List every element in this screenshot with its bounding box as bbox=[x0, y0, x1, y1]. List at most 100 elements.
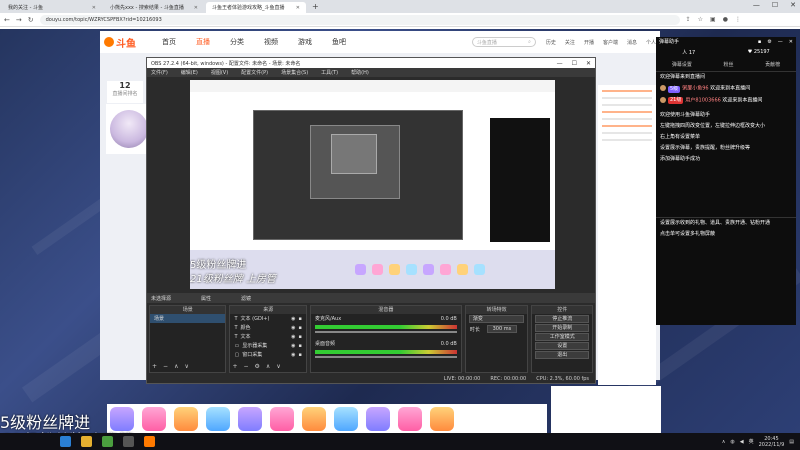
add-icon[interactable]: + bbox=[232, 363, 237, 370]
remove-icon[interactable]: − bbox=[163, 363, 168, 370]
gear-icon[interactable]: ⚙ bbox=[767, 39, 771, 45]
up-icon[interactable]: ∧ bbox=[266, 363, 270, 370]
settings-button[interactable]: 设置 bbox=[535, 342, 590, 350]
gift-icon[interactable] bbox=[206, 407, 230, 431]
nav-video[interactable]: 视频 bbox=[264, 37, 278, 47]
close-icon[interactable]: ✕ bbox=[194, 5, 198, 11]
menu-tools[interactable]: 工具(T) bbox=[321, 69, 338, 76]
source-item[interactable]: T 文本 ◉ ▪ bbox=[230, 332, 305, 341]
source-item[interactable]: ▭ 显示器采集 ◉ ▪ bbox=[230, 341, 305, 350]
lock-icon[interactable]: ▪ bbox=[299, 316, 302, 322]
maximize-button[interactable]: ☐ bbox=[772, 1, 778, 9]
close-icon[interactable]: ✕ bbox=[92, 5, 96, 11]
eye-icon[interactable]: ◉ bbox=[291, 352, 295, 358]
down-icon[interactable]: ∨ bbox=[276, 363, 280, 370]
username[interactable]: 粥厦小鱼96 bbox=[682, 86, 708, 92]
profile-icon[interactable]: ● bbox=[723, 16, 728, 23]
nav-category[interactable]: 分类 bbox=[230, 37, 244, 47]
douyu-logo[interactable]: 斗鱼 bbox=[104, 35, 136, 50]
gift-icon[interactable] bbox=[334, 407, 358, 431]
broadcast-button[interactable]: 开播 bbox=[584, 39, 594, 46]
share-icon[interactable]: ⇪ bbox=[686, 16, 691, 23]
nav-yuba[interactable]: 鱼吧 bbox=[332, 37, 346, 47]
follow-button[interactable]: 关注 bbox=[565, 39, 575, 46]
browser-tab[interactable]: 我的关注 - 斗鱼 ✕ bbox=[2, 2, 102, 13]
notification-icon[interactable]: ▤ bbox=[789, 439, 794, 445]
anchor-avatar[interactable] bbox=[110, 110, 148, 148]
lock-icon[interactable]: ▪ bbox=[299, 343, 302, 349]
obs-preview[interactable]: 5级粉丝牌进 21级粉丝牌 上房管 bbox=[190, 80, 555, 289]
source-item[interactable]: T 文本 (GDI+) ◉ ▪ bbox=[230, 314, 305, 323]
menu-help[interactable]: 帮助(H) bbox=[351, 69, 369, 76]
remove-icon[interactable]: − bbox=[244, 363, 249, 370]
lock-icon[interactable]: ▪ bbox=[299, 334, 302, 340]
user-avatar[interactable]: 个人 bbox=[646, 39, 656, 46]
gift-icon[interactable] bbox=[398, 407, 422, 431]
menu-icon[interactable]: ⋮ bbox=[735, 16, 741, 23]
close-icon[interactable]: ✕ bbox=[296, 5, 300, 11]
history-button[interactable]: 历史 bbox=[546, 39, 556, 46]
minimize-icon[interactable]: — bbox=[557, 60, 563, 67]
source-item[interactable]: ▢ 窗口采集 ◉ ▪ bbox=[230, 350, 305, 359]
maximize-icon[interactable]: ☐ bbox=[572, 60, 577, 67]
eye-icon[interactable]: ◉ bbox=[291, 343, 295, 349]
chrome-icon[interactable] bbox=[102, 436, 113, 447]
obs-icon[interactable] bbox=[123, 436, 134, 447]
transition-select[interactable]: 渐变 bbox=[468, 315, 525, 323]
exit-button[interactable]: 退出 bbox=[535, 351, 590, 359]
search-icon[interactable]: ⌕ bbox=[528, 39, 531, 45]
message-button[interactable]: 消息 bbox=[627, 39, 637, 46]
close-window-button[interactable]: ✕ bbox=[790, 1, 796, 9]
eye-icon[interactable]: ◉ bbox=[291, 316, 295, 322]
chevron-up-icon[interactable]: ∧ bbox=[722, 439, 726, 445]
menu-profile[interactable]: 配置文件(P) bbox=[241, 69, 268, 76]
add-icon[interactable]: + bbox=[152, 363, 157, 370]
gift-icon[interactable] bbox=[302, 407, 326, 431]
network-icon[interactable]: ◍ bbox=[730, 439, 734, 445]
menu-file[interactable]: 文件(F) bbox=[151, 69, 168, 76]
windows-start-icon[interactable] bbox=[60, 436, 71, 447]
gear-icon[interactable]: ⚙ bbox=[255, 363, 260, 370]
minimize-button[interactable]: — bbox=[753, 1, 760, 9]
reload-icon[interactable]: ↻ bbox=[28, 16, 34, 24]
studio-mode-button[interactable]: 工作室模式 bbox=[535, 333, 590, 341]
gift-icon[interactable] bbox=[366, 407, 390, 431]
clock[interactable]: 20:45 2022/11/9 bbox=[759, 436, 785, 448]
username[interactable]: 用户81003666 bbox=[685, 97, 720, 103]
star-icon[interactable]: ☆ bbox=[698, 16, 703, 23]
minimize-icon[interactable]: — bbox=[778, 39, 783, 45]
douyu-icon[interactable] bbox=[144, 436, 155, 447]
gift-icon[interactable] bbox=[174, 407, 198, 431]
menu-scene-collection[interactable]: 场景集合(S) bbox=[281, 69, 308, 76]
volume-slider[interactable] bbox=[314, 356, 457, 358]
back-icon[interactable]: ← bbox=[4, 16, 10, 24]
scene-item[interactable]: 场景 bbox=[150, 314, 226, 323]
filters-button[interactable]: 滤镜 bbox=[241, 295, 251, 302]
lock-icon[interactable]: ▪ bbox=[299, 352, 302, 358]
nav-home[interactable]: 首页 bbox=[162, 37, 176, 47]
tab-contribution[interactable]: 贡献榜 bbox=[765, 61, 780, 68]
close-icon[interactable]: ✕ bbox=[789, 39, 793, 45]
file-explorer-icon[interactable] bbox=[81, 436, 92, 447]
eye-icon[interactable]: ◉ bbox=[291, 325, 295, 331]
browser-tab[interactable]: 小熊先xxx - 搜索结果 - 斗鱼直播 ✕ bbox=[104, 2, 204, 13]
eye-icon[interactable]: ◉ bbox=[291, 334, 295, 340]
menu-edit[interactable]: 编辑(E) bbox=[181, 69, 198, 76]
down-icon[interactable]: ∨ bbox=[184, 363, 188, 370]
browser-tab-active[interactable]: 斗鱼王者体验游戏攻略_斗鱼直播 ✕ bbox=[206, 2, 306, 13]
gift-icon[interactable] bbox=[238, 407, 262, 431]
close-icon[interactable]: ✕ bbox=[586, 60, 591, 67]
nav-game[interactable]: 游戏 bbox=[298, 37, 312, 47]
tab-danmaku-settings[interactable]: 弹幕设置 bbox=[672, 61, 692, 68]
up-icon[interactable]: ∧ bbox=[174, 363, 178, 370]
new-tab-button[interactable]: + bbox=[312, 2, 319, 13]
source-item[interactable]: T 颜色 ◉ ▪ bbox=[230, 323, 305, 332]
lock-icon[interactable]: ▪ bbox=[758, 39, 761, 45]
start-recording-button[interactable]: 开始录制 bbox=[535, 324, 590, 332]
volume-slider[interactable] bbox=[314, 331, 457, 333]
tab-fans[interactable]: 粉丝 bbox=[723, 61, 733, 68]
duration-input[interactable]: 300 ms bbox=[486, 325, 517, 333]
stop-streaming-button[interactable]: 停止推流 bbox=[535, 315, 590, 323]
search-input[interactable]: 斗鱼直播 ⌕ bbox=[471, 37, 536, 47]
gift-icon[interactable] bbox=[270, 407, 294, 431]
